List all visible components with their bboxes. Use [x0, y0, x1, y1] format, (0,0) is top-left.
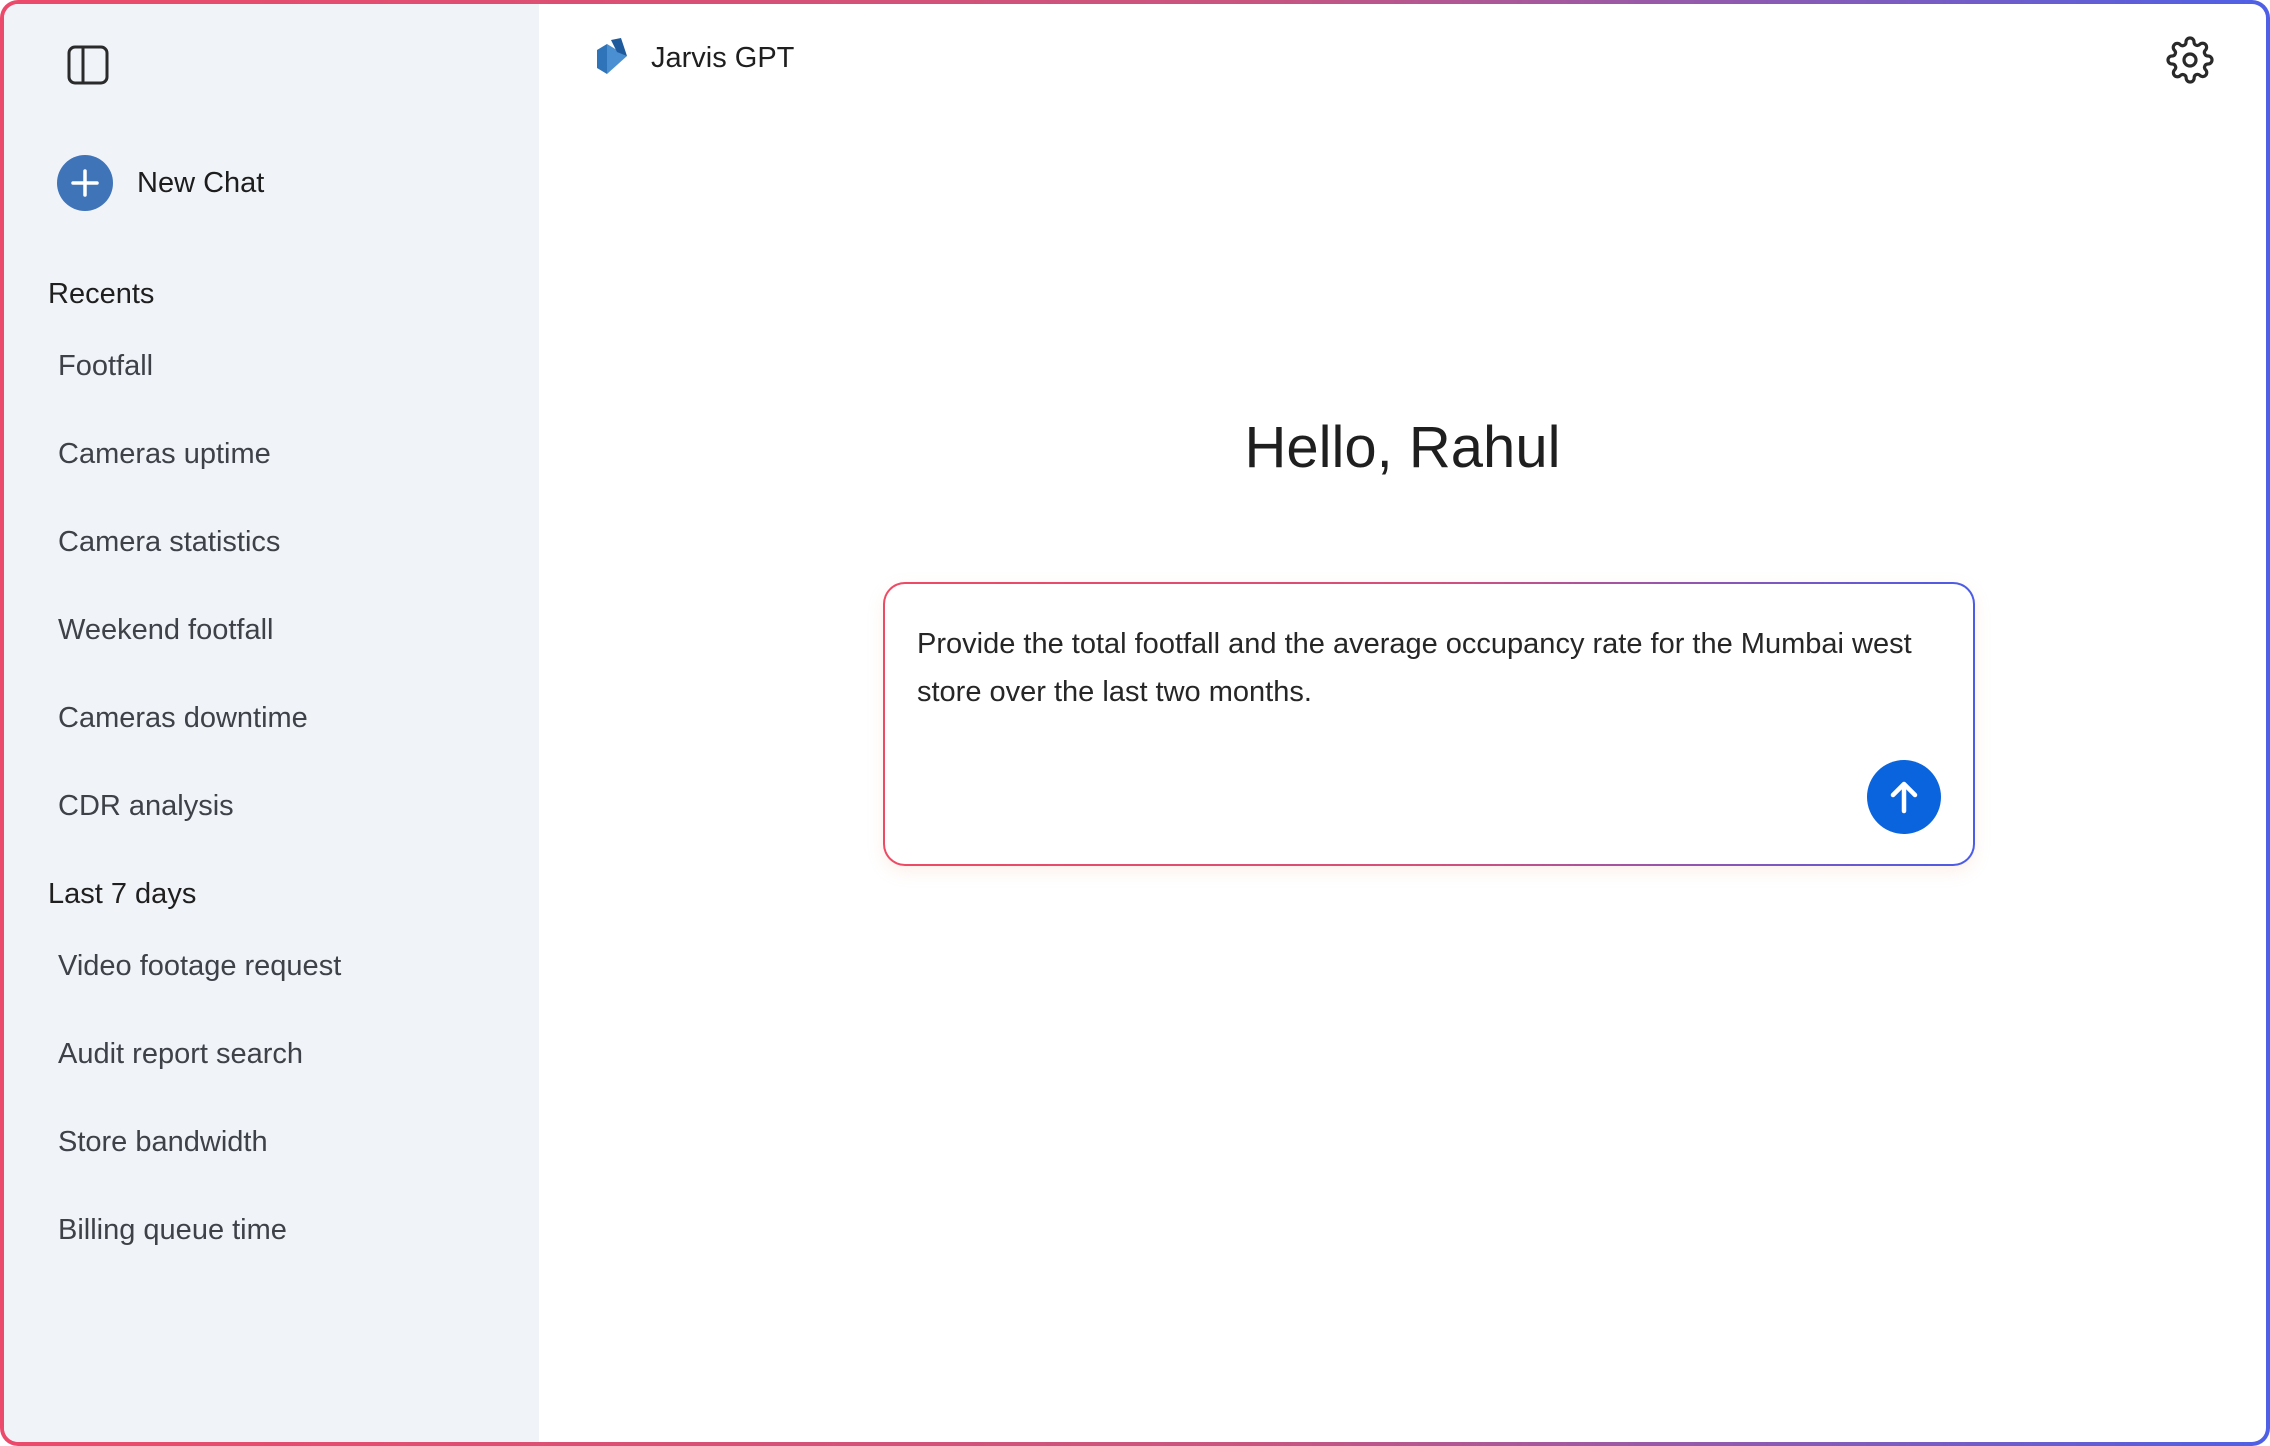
sidebar-item-weekend-footfall[interactable]: Weekend footfall	[58, 614, 274, 647]
sidebar-item-video-footage-request[interactable]: Video footage request	[58, 950, 341, 983]
greeting-heading: Hello, Rahul	[1244, 415, 1561, 480]
sidebar-item-cameras-downtime[interactable]: Cameras downtime	[58, 702, 308, 735]
sidebar-toggle-button[interactable]	[62, 40, 114, 90]
new-chat-label: New Chat	[137, 166, 265, 199]
app-window: New Chat Recents Footfall Cameras uptime…	[0, 0, 2270, 1446]
recents-heading: Recents	[48, 278, 155, 310]
sidebar-item-store-bandwidth[interactable]: Store bandwidth	[58, 1126, 268, 1159]
send-button[interactable]	[1867, 760, 1941, 834]
sidebar: New Chat Recents Footfall Cameras uptime…	[4, 4, 539, 1442]
prompt-box[interactable]: Provide the total footfall and the avera…	[883, 582, 1975, 866]
arrow-up-icon	[1890, 781, 1918, 814]
plus-icon	[57, 155, 113, 211]
prompt-input[interactable]: Provide the total footfall and the avera…	[917, 620, 1917, 716]
settings-button[interactable]	[2166, 36, 2214, 84]
gear-icon	[2166, 36, 2214, 84]
new-chat-button[interactable]: New Chat	[57, 154, 264, 212]
sidebar-toggle-icon	[67, 45, 109, 85]
sidebar-item-audit-report-search[interactable]: Audit report search	[58, 1038, 303, 1071]
main-area: Jarvis GPT Hello, Rahul Provide the tota…	[539, 4, 2266, 1442]
jarvis-logo-icon	[597, 38, 627, 74]
sidebar-item-cdr-analysis[interactable]: CDR analysis	[58, 790, 234, 823]
last-7-days-heading: Last 7 days	[48, 878, 197, 910]
sidebar-item-billing-queue-time[interactable]: Billing queue time	[58, 1214, 287, 1247]
app-name: Jarvis GPT	[651, 41, 795, 74]
sidebar-item-camera-statistics[interactable]: Camera statistics	[58, 526, 280, 559]
brand: Jarvis GPT	[593, 38, 794, 78]
sidebar-item-footfall[interactable]: Footfall	[58, 350, 153, 383]
sidebar-item-cameras-uptime[interactable]: Cameras uptime	[58, 438, 271, 471]
